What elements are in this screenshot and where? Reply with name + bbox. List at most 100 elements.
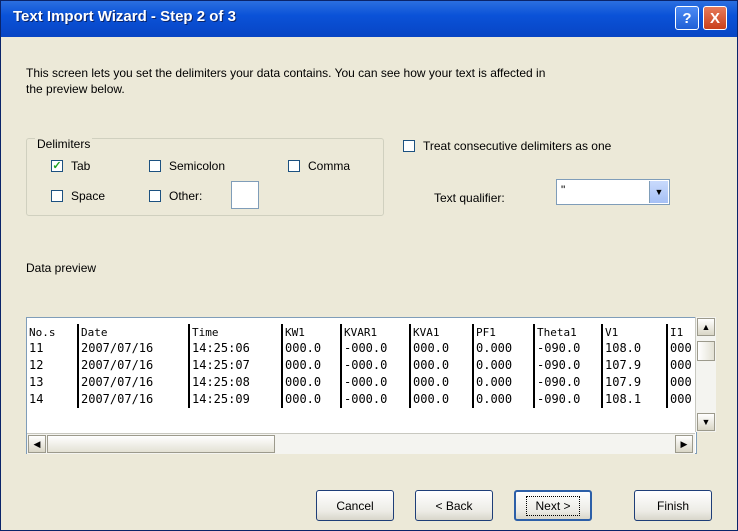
preview-cell: 14 xyxy=(27,391,79,408)
preview-cell: 14:25:08 xyxy=(190,374,283,391)
comma-checkbox-box[interactable] xyxy=(288,160,300,172)
horizontal-scroll-thumb[interactable] xyxy=(47,435,275,453)
column-header[interactable]: Date xyxy=(79,324,190,341)
preview-cell: 0.000 xyxy=(474,340,535,357)
preview-cell: -090.0 xyxy=(535,391,603,408)
cancel-button-label: Cancel xyxy=(336,498,374,513)
next-button[interactable]: Next > xyxy=(514,490,592,521)
preview-cell: 0.000 xyxy=(474,374,535,391)
preview-cell: 000.0 xyxy=(283,357,342,374)
preview-cell: 108.0 xyxy=(603,340,668,357)
tab-checkbox-label: Tab xyxy=(71,159,91,173)
preview-cell: 000.0 xyxy=(411,357,474,374)
semicolon-checkbox[interactable]: Semicolon xyxy=(149,159,225,173)
column-header[interactable]: KW1 xyxy=(283,324,342,341)
data-preview-label: Data preview xyxy=(26,261,97,275)
column-header[interactable]: Theta1 xyxy=(535,324,603,341)
preview-cell: 11 xyxy=(27,340,79,357)
preview-cell: -090.0 xyxy=(535,374,603,391)
preview-cell: 107.9 xyxy=(603,374,668,391)
semicolon-checkbox-label: Semicolon xyxy=(169,159,226,173)
preview-cell: 000 xyxy=(668,340,695,357)
scroll-left-icon[interactable]: ◀ xyxy=(28,435,46,453)
column-header[interactable]: I1 xyxy=(668,324,695,341)
column-header[interactable]: KVAR1 xyxy=(342,324,411,341)
preview-cell: 2007/07/16 xyxy=(79,357,190,374)
preview-cell: 108.1 xyxy=(603,391,668,408)
preview-cell: 14:25:09 xyxy=(190,391,283,408)
preview-cell: 14:25:06 xyxy=(190,340,283,357)
text-import-wizard-dialog: Text Import Wizard - Step 2 of 3 ? X Thi… xyxy=(0,0,738,531)
finish-button-label: Finish xyxy=(656,498,689,513)
text-qualifier-select[interactable]: " ▼ xyxy=(556,179,670,205)
close-button[interactable]: X xyxy=(703,6,727,30)
preview-cell: 000 xyxy=(668,391,695,408)
dropdown-arrow-icon[interactable]: ▼ xyxy=(649,181,668,203)
text-qualifier-value: " xyxy=(561,183,566,197)
tab-checkbox-box[interactable]: ✓ xyxy=(51,160,63,172)
preview-cell: 12 xyxy=(27,357,79,374)
tab-checkbox[interactable]: ✓ Tab xyxy=(51,159,90,173)
scroll-right-icon[interactable]: ▶ xyxy=(675,435,693,453)
column-header[interactable]: KVA1 xyxy=(411,324,474,341)
preview-cell: 000.0 xyxy=(411,374,474,391)
consecutive-delimiters-label: Treat consecutive delimiters as one xyxy=(423,139,612,153)
preview-cell: -000.0 xyxy=(342,391,411,408)
preview-table: No.s Date Time KW1 KVAR1 KVA1 PF1 Theta1 V1 I1 11 2… xyxy=(27,318,695,432)
question-mark-icon: ? xyxy=(682,9,692,27)
preview-cell: 000.0 xyxy=(411,340,474,357)
column-header[interactable]: PF1 xyxy=(474,324,535,341)
comma-checkbox-label: Comma xyxy=(308,159,351,173)
space-checkbox-box[interactable] xyxy=(51,190,63,202)
preview-cell: 2007/07/16 xyxy=(79,340,190,357)
other-checkbox-box[interactable] xyxy=(149,190,161,202)
preview-cell: 000.0 xyxy=(283,391,342,408)
cancel-button[interactable]: Cancel xyxy=(316,490,394,521)
help-button[interactable]: ? xyxy=(675,6,699,30)
delimiters-legend: Delimiters xyxy=(35,137,93,151)
space-checkbox-label: Space xyxy=(71,189,106,203)
preview-cell: 0.000 xyxy=(474,391,535,408)
preview-cell: 000 xyxy=(668,357,695,374)
preview-cell: 000.0 xyxy=(283,374,342,391)
window-title: Text Import Wizard - Step 2 of 3 xyxy=(13,8,236,25)
vertical-scrollbar[interactable]: ▲ ▼ xyxy=(695,317,716,432)
space-checkbox[interactable]: Space xyxy=(51,189,105,203)
other-checkbox[interactable]: Other: xyxy=(149,189,202,203)
scroll-down-icon[interactable]: ▼ xyxy=(697,413,715,431)
other-delimiter-input[interactable] xyxy=(231,181,259,209)
close-icon: X xyxy=(709,9,720,27)
other-checkbox-label: Other: xyxy=(169,189,203,203)
preview-cell: -090.0 xyxy=(535,340,603,357)
preview-cell: 13 xyxy=(27,374,79,391)
preview-cell: -000.0 xyxy=(342,340,411,357)
preview-cell: 14:25:07 xyxy=(190,357,283,374)
consecutive-delimiters-box[interactable] xyxy=(403,140,415,152)
scroll-up-icon[interactable]: ▲ xyxy=(697,318,715,336)
column-header[interactable]: Time xyxy=(190,324,283,341)
text-qualifier-label: Text qualifier: xyxy=(434,191,505,205)
preview-cell: -000.0 xyxy=(342,374,411,391)
back-button-label: < Back xyxy=(435,498,473,513)
comma-checkbox[interactable]: Comma xyxy=(288,159,350,173)
back-button[interactable]: < Back xyxy=(415,490,493,521)
preview-cell: -090.0 xyxy=(535,357,603,374)
preview-cell: 0.000 xyxy=(474,357,535,374)
preview-cell: -000.0 xyxy=(342,357,411,374)
column-header[interactable]: No.s xyxy=(27,324,79,341)
checkmark-icon: ✓ xyxy=(52,159,62,172)
horizontal-scrollbar[interactable]: ◀ ▶ xyxy=(27,433,695,454)
semicolon-checkbox-box[interactable] xyxy=(149,160,161,172)
preview-cell: 107.9 xyxy=(603,357,668,374)
preview-cell: 000.0 xyxy=(411,391,474,408)
consecutive-delimiters-checkbox[interactable]: Treat consecutive delimiters as one xyxy=(403,139,611,153)
preview-cell: 000 xyxy=(668,374,695,391)
finish-button[interactable]: Finish xyxy=(634,490,712,521)
title-bar[interactable]: Text Import Wizard - Step 2 of 3 ? X xyxy=(1,1,737,37)
preview-cell: 000.0 xyxy=(283,340,342,357)
preview-cell: 2007/07/16 xyxy=(79,391,190,408)
column-header[interactable]: V1 xyxy=(603,324,668,341)
preview-cell: 2007/07/16 xyxy=(79,374,190,391)
vertical-scroll-thumb[interactable] xyxy=(697,341,715,361)
delimiters-group: Delimiters xyxy=(26,137,384,216)
